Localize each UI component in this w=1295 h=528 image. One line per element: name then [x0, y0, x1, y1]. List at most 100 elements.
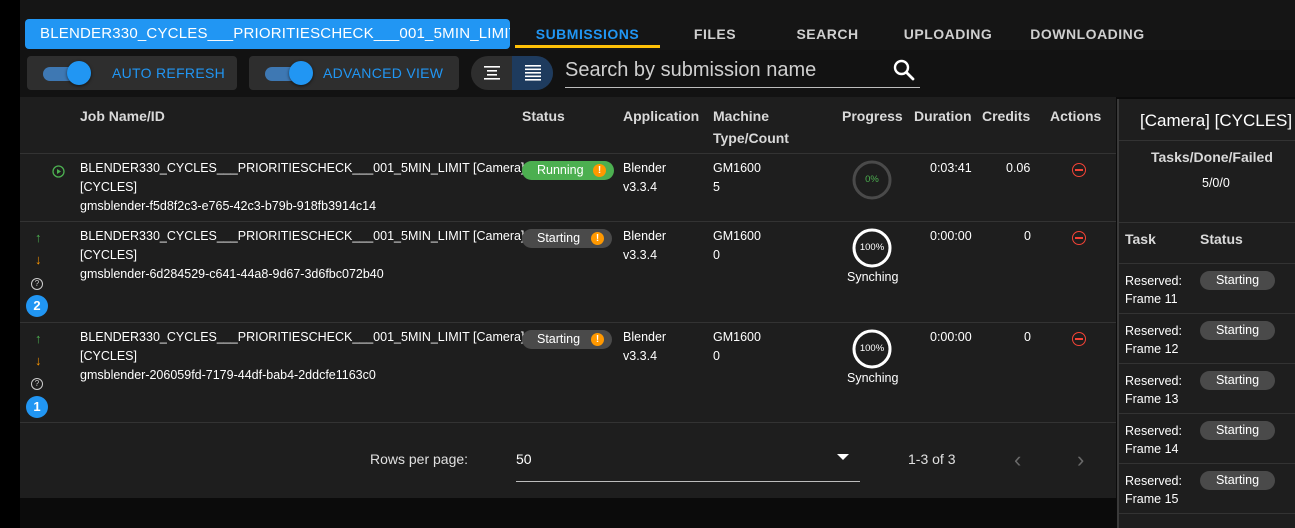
job-name-line1: BLENDER330_CYCLES___PRIORITIESCHECK___00… [80, 229, 525, 243]
priority-badge: 1 [26, 396, 48, 418]
table-row[interactable]: ↑ ↓ ? 2 BLENDER330_CYCLES___PRIORITIESCH… [20, 221, 1116, 323]
progress-label: 100% [859, 343, 885, 354]
application-name: Blender [623, 161, 667, 175]
machine-type: GM1600 [713, 229, 761, 243]
duration: 0:03:41 [930, 161, 972, 175]
col-header-machine: Machine Type/Count [713, 105, 789, 149]
search-icon[interactable] [892, 58, 916, 82]
credits: 0 [1024, 330, 1031, 344]
job-id: gmsblender-f5d8f2c3-e765-42c3-b79b-918fb… [80, 199, 377, 213]
panel-divider [1119, 140, 1295, 141]
tab-search[interactable]: SEARCH [790, 19, 865, 49]
task-name: Reserved: Frame 15 [1125, 472, 1182, 508]
col-header-progress: Progress [842, 108, 903, 124]
panel-divider [1119, 222, 1295, 223]
col-header-machine-line1: Machine [713, 108, 770, 124]
job-name-line2: [CYCLES] [80, 180, 137, 194]
col-header-actions: Actions [1050, 108, 1102, 124]
task-name-line2: Frame 14 [1125, 442, 1179, 456]
comfortable-view-button[interactable] [512, 56, 553, 90]
task-status-badge: Starting [1200, 271, 1275, 290]
auto-refresh-switch-knob [67, 61, 91, 85]
advanced-view-switch-knob [289, 61, 313, 85]
remove-circle-icon[interactable] [1072, 163, 1086, 177]
task-row[interactable]: Reserved: Frame 14 Starting [1119, 413, 1295, 464]
task-name: Reserved: Frame 12 [1125, 322, 1182, 358]
priority-up-icon[interactable]: ↑ [35, 230, 42, 245]
col-header-job: Job Name/ID [80, 108, 165, 124]
job-name-line1: BLENDER330_CYCLES___PRIORITIESCHECK___00… [80, 330, 525, 344]
tab-files[interactable]: FILES [680, 19, 750, 49]
top-bar: BLENDER330_CYCLES___PRIORITIESCHECK___00… [20, 0, 1295, 50]
col-header-task-status: Status [1200, 231, 1243, 247]
info-icon[interactable]: ! [593, 164, 606, 177]
status-label: Starting [537, 231, 581, 245]
application-version: v3.3.4 [623, 180, 658, 194]
remove-circle-icon[interactable] [1072, 231, 1086, 245]
task-name: Reserved: Frame 14 [1125, 422, 1182, 458]
app-root: BLENDER330_CYCLES___PRIORITIESCHECK___00… [20, 0, 1295, 528]
info-icon[interactable]: ! [591, 232, 604, 245]
search-input[interactable] [565, 55, 885, 85]
tab-downloading[interactable]: DOWNLOADING [1025, 19, 1150, 49]
rows-per-page-label: Rows per page: [370, 451, 469, 467]
task-name-line2: Frame 13 [1125, 392, 1179, 406]
task-name-line1: Reserved: [1125, 424, 1182, 438]
play-circle-icon[interactable] [52, 165, 65, 178]
task-name: Reserved: Frame 13 [1125, 372, 1182, 408]
task-status-badge: Starting [1200, 471, 1275, 490]
dropdown-arrow-icon [837, 454, 849, 460]
task-status-badge: Starting [1200, 321, 1275, 340]
rows-per-page-select[interactable]: 50 [516, 443, 860, 482]
tab-uploading[interactable]: UPLOADING [898, 19, 998, 49]
credits: 0.06 [1006, 161, 1031, 175]
task-row[interactable]: Reserved: Frame 13 Starting [1119, 363, 1295, 414]
info-icon[interactable]: ! [591, 333, 604, 346]
task-row[interactable]: Reserved: Frame 12 Starting [1119, 313, 1295, 364]
priority-badge: 2 [26, 295, 48, 317]
page-range: 1-3 of 3 [908, 451, 956, 467]
density-toggle-group [471, 56, 553, 90]
priority-down-icon[interactable]: ↓ [35, 353, 42, 368]
task-status-badge: Starting [1200, 371, 1275, 390]
help-icon[interactable]: ? [31, 378, 43, 390]
advanced-view-toggle[interactable]: ADVANCED VIEW [249, 56, 459, 90]
task-name: Reserved: Frame 11 [1125, 272, 1182, 308]
next-page-icon[interactable]: › [1077, 449, 1084, 471]
table-row[interactable]: ↑ ↓ ? 1 BLENDER330_CYCLES___PRIORITIESCH… [20, 322, 1116, 423]
panel-title: [Camera] [CYCLES] [1140, 111, 1293, 130]
list-lines-icon [524, 65, 541, 81]
prev-page-icon[interactable]: ‹ [1014, 449, 1021, 471]
duration: 0:00:00 [930, 330, 972, 344]
auto-refresh-toggle[interactable]: AUTO REFRESH [27, 56, 237, 90]
advanced-view-label: ADVANCED VIEW [323, 65, 444, 81]
priority-up-icon[interactable]: ↑ [35, 331, 42, 346]
sync-status: Synching [847, 270, 899, 284]
col-header-application: Application [623, 108, 700, 124]
job-name-line2: [CYCLES] [80, 349, 137, 363]
machine-count: 0 [713, 248, 720, 262]
machine-type: GM1600 [713, 330, 761, 344]
task-name-line1: Reserved: [1125, 274, 1182, 288]
job-name-line2: [CYCLES] [80, 248, 137, 262]
task-row[interactable]: Reserved: Frame 11 Starting [1119, 263, 1295, 314]
task-name-line1: Reserved: [1125, 474, 1182, 488]
application-name: Blender [623, 330, 667, 344]
status-badge: Starting ! [522, 229, 612, 248]
remove-circle-icon[interactable] [1072, 332, 1086, 346]
duration: 0:00:00 [930, 229, 972, 243]
task-row[interactable]: Reserved: Frame 15 Starting [1119, 463, 1295, 514]
tasks-summary-header: Tasks/Done/Failed [1151, 149, 1273, 165]
help-icon[interactable]: ? [31, 278, 43, 290]
job-id: gmsblender-6d284529-c641-44a8-9d67-3d6fb… [80, 267, 384, 281]
align-center-icon [483, 66, 500, 80]
compact-view-button[interactable] [471, 56, 512, 90]
rows-per-page-value: 50 [516, 451, 532, 467]
submission-chip[interactable]: BLENDER330_CYCLES___PRIORITIESCHECK___00… [25, 19, 510, 49]
col-header-duration: Duration [914, 108, 972, 124]
priority-down-icon[interactable]: ↓ [35, 252, 42, 267]
table-row[interactable]: BLENDER330_CYCLES___PRIORITIESCHECK___00… [20, 153, 1116, 222]
search-field [565, 55, 920, 88]
submissions-table: Job Name/ID Status Application Machine T… [20, 97, 1116, 498]
machine-type: GM1600 [713, 161, 761, 175]
